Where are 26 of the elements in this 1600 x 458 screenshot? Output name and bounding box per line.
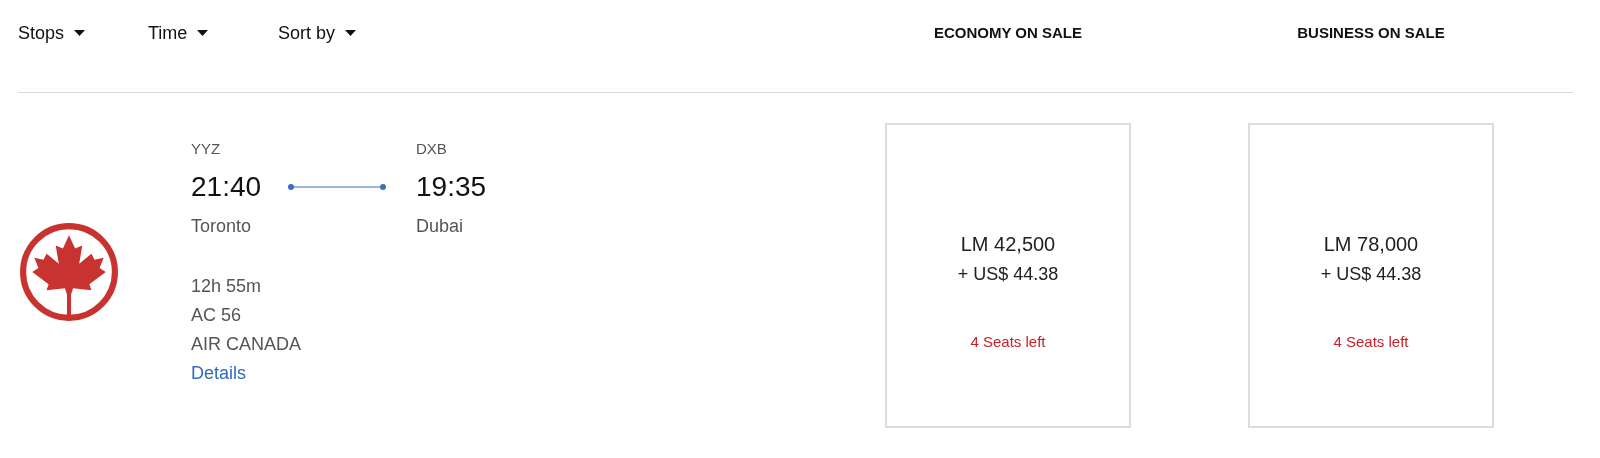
flight-number: AC 56 <box>191 304 242 327</box>
fare-column-heading: ECONOMY ON SALE <box>932 23 1084 41</box>
caret-icon <box>345 30 357 36</box>
fare-card[interactable]: LM 42,500 + US$ 44.38 4 Seats left <box>885 123 1131 428</box>
filter-dropdown[interactable]: Sort by <box>278 21 357 45</box>
arrival-time: 19:35 <box>416 170 487 204</box>
city-name: Toronto <box>191 215 253 237</box>
city-name: Dubai <box>416 215 465 237</box>
fare-column-heading: BUSINESS ON SALE <box>1296 23 1446 41</box>
airline-name: AIR CANADA <box>191 333 302 356</box>
departure-time: 21:40 <box>191 170 262 204</box>
caret-icon <box>74 30 86 36</box>
miles-price: LM 78,000 <box>1323 232 1419 257</box>
flight-duration: 12h 55m <box>191 275 262 298</box>
caret-icon <box>197 30 209 36</box>
filter-dropdown[interactable]: Time <box>148 21 278 45</box>
miles-price: LM 42,500 <box>960 232 1056 257</box>
details-link[interactable]: Details <box>191 359 247 388</box>
fare-card[interactable]: LM 78,000 + US$ 44.38 4 Seats left <box>1248 123 1494 428</box>
airport-code: YYZ <box>191 140 222 158</box>
tax-amount: + US$ 44.38 <box>957 263 1059 286</box>
seats-left: 4 Seats left <box>970 333 1046 350</box>
tax-amount: + US$ 44.38 <box>1320 263 1422 286</box>
filter-dropdown[interactable]: Stops <box>18 21 148 45</box>
airport-code: DXB <box>416 140 448 158</box>
seats-left: 4 Seats left <box>1333 333 1409 350</box>
